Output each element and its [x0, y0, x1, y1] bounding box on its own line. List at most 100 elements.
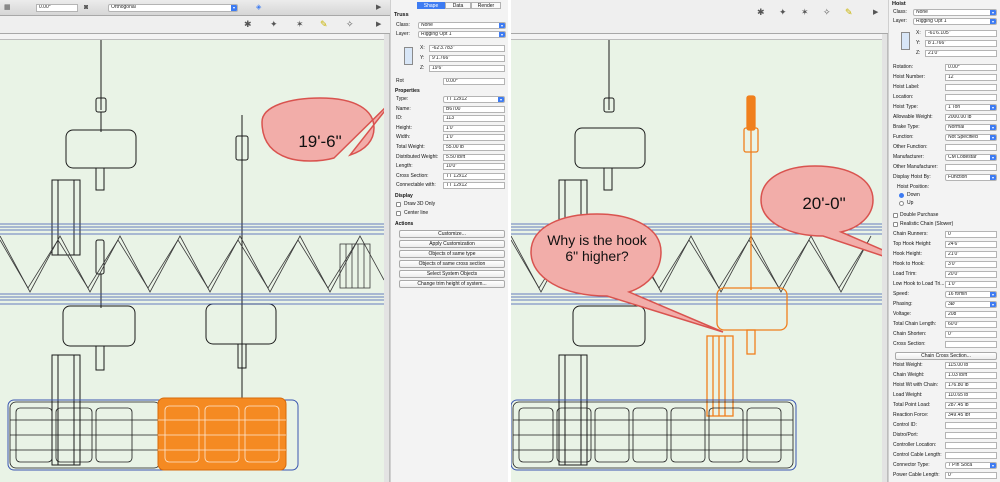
rotation-field[interactable]: 0.00° [443, 78, 505, 85]
y-field[interactable]: 9'1.766" [429, 55, 505, 62]
field-label: Total Point Load: [893, 402, 931, 408]
field-input[interactable]: 21'0" [945, 251, 997, 258]
tool-icon-8[interactable]: ✶ [801, 8, 809, 17]
field-select[interactable]: Normal ▾ [945, 124, 997, 131]
z-field[interactable]: 19'6" [429, 65, 505, 72]
center-line-checkbox[interactable] [396, 211, 401, 216]
field-select[interactable]: CM Lodestar ▾ [945, 154, 997, 161]
tab-shape[interactable]: Shape [417, 2, 445, 9]
select-system-objects-button[interactable]: Select System Objects [399, 270, 505, 278]
apply-customization-button[interactable]: Apply Customization [399, 240, 505, 248]
field-input[interactable]: 176.80 lb [945, 382, 997, 389]
origin-grid-icon-right[interactable] [901, 32, 910, 50]
origin-grid-icon[interactable] [404, 47, 413, 65]
view-select[interactable]: Orthogonal ▾ [108, 4, 238, 12]
realistic-chain-checkbox[interactable] [893, 222, 898, 227]
tab-data[interactable]: Data [445, 2, 471, 9]
tool-icon-6[interactable]: ✱ [757, 8, 765, 17]
field-select[interactable]: 7 Pin Soca ▾ [945, 462, 997, 469]
field-input[interactable]: 0" [945, 331, 997, 338]
field-input[interactable]: 287.45 lb [945, 402, 997, 409]
field-input[interactable]: 3'0" [945, 261, 997, 268]
arrow-right-icon[interactable]: ▶ [376, 3, 381, 12]
arrow-right-icon-2[interactable]: ▶ [376, 20, 381, 29]
field-input[interactable] [945, 94, 997, 101]
objects-same-type-button[interactable]: Objects of same type [399, 250, 505, 258]
double-purchase-checkbox[interactable] [893, 213, 898, 218]
field-input[interactable]: 60'0" [945, 321, 997, 328]
field-input[interactable]: 5.50 lb/ft [443, 153, 505, 161]
field-input[interactable]: TT 12x12 [443, 172, 505, 180]
field-select[interactable]: Function ▾ [945, 174, 997, 181]
field-input[interactable]: 1'0" [945, 281, 997, 288]
tool-icon-3[interactable]: ✶ [296, 20, 304, 29]
position-up-radio[interactable] [899, 201, 904, 206]
customize-button[interactable]: Customize... [399, 230, 505, 238]
field-input[interactable]: 115.00 lb [945, 362, 997, 369]
field-input[interactable]: 24'6" [945, 241, 997, 248]
field-select[interactable]: 1 Ton ▾ [945, 104, 997, 111]
tool-icon-2[interactable]: ✦ [270, 20, 278, 29]
drawing-canvas[interactable]: 19'-6" [0, 40, 396, 482]
tool-icon-7[interactable]: ✦ [779, 8, 787, 17]
tool-icon-9[interactable]: ✧ [823, 8, 831, 17]
field-input[interactable] [945, 442, 997, 449]
tool-icon-5[interactable]: ✧ [346, 20, 354, 29]
field-input[interactable] [945, 164, 997, 171]
field-input[interactable]: 2000.00 lb [945, 114, 997, 121]
tool-icon-10[interactable]: ✎ [845, 8, 853, 17]
field-value: Function [948, 174, 968, 180]
layer-select-right[interactable]: Rigging Opt 1 ▾ [913, 18, 997, 25]
position-down-radio[interactable] [899, 193, 904, 198]
field-select[interactable]: Not Specified ▾ [945, 134, 997, 141]
x-field[interactable]: -62'3.783" [429, 45, 505, 52]
x-field-right[interactable]: -61'6.105" [925, 30, 997, 37]
field-input[interactable]: 349.45 lbf [945, 412, 997, 419]
field-input[interactable] [945, 84, 997, 91]
chevron-down-icon: ▾ [990, 292, 996, 297]
field-input[interactable] [945, 422, 997, 429]
change-trim-height-button[interactable]: Change trim height of system... [399, 280, 505, 288]
field-select[interactable]: TT 12x12 ▾ [443, 96, 505, 103]
field-input[interactable]: 0.00° [945, 64, 997, 71]
field-input[interactable]: 0" [945, 472, 997, 479]
layer-options-icon[interactable]: ▦ [4, 3, 11, 12]
z-field-right[interactable]: 21'0" [925, 50, 997, 57]
draw-3d-only-checkbox[interactable] [396, 202, 401, 207]
render-mode-icon[interactable]: ◈ [256, 3, 261, 12]
field-input[interactable]: 12 [945, 74, 997, 81]
field-input[interactable]: 55.00 lb [443, 144, 505, 151]
tool-icon-1[interactable]: ✱ [244, 20, 252, 29]
field-input[interactable] [945, 144, 997, 151]
class-select[interactable]: None ▾ [418, 22, 506, 29]
class-select-right[interactable]: None ▾ [913, 9, 997, 16]
field-select[interactable]: 16 ft/min ▾ [945, 291, 997, 298]
display-header: Display [395, 193, 413, 199]
angle-field[interactable]: 0.00° [36, 4, 78, 12]
field-select[interactable]: 3Ø ▾ [945, 301, 997, 308]
field-input[interactable]: 20'0" [945, 271, 997, 278]
field-input[interactable]: 1.03 lb/ft [945, 372, 997, 379]
field-input[interactable]: 10'0" [443, 163, 505, 171]
flyover-icon[interactable]: ◙ [84, 3, 88, 12]
field-input[interactable]: 208 [945, 311, 997, 318]
field-input[interactable]: B6700 [443, 105, 505, 113]
arrow-right-icon-4[interactable]: ▶ [873, 8, 878, 17]
drawing-canvas-right[interactable]: 20'-0" Why is the hook 6" higher? [511, 40, 944, 482]
field-input[interactable] [945, 341, 997, 348]
chain-cross-section-button[interactable]: Chain Cross Section... [895, 352, 997, 360]
objects-same-cross-section-button[interactable]: Objects of same cross section [399, 260, 505, 268]
field-input[interactable]: TT 12x12 [443, 182, 505, 190]
field-input[interactable] [945, 432, 997, 439]
field-input[interactable]: 1'0" [443, 124, 505, 132]
y-field-right[interactable]: 8'1.766" [925, 40, 997, 47]
field-input[interactable]: 1'0" [443, 134, 505, 142]
field-input[interactable] [945, 452, 997, 459]
tool-icon-4[interactable]: ✎ [320, 20, 328, 29]
rotation-label: Rot [396, 78, 404, 84]
field-input[interactable]: 113 [443, 115, 505, 123]
tab-render[interactable]: Render [471, 2, 501, 9]
layer-select[interactable]: Rigging Opt 1 ▾ [418, 31, 506, 38]
field-input[interactable]: 110.65 lb [945, 392, 997, 399]
field-input[interactable]: 0 [945, 231, 997, 238]
